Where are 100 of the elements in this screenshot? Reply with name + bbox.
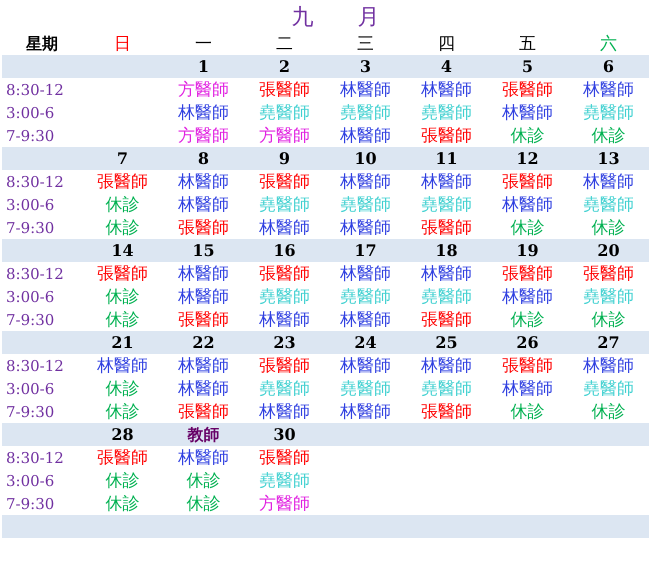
doctor-name: 林醫師 <box>258 216 311 238</box>
doctor-name: 林醫師 <box>339 308 392 330</box>
doctor-name: 休診 <box>590 124 626 146</box>
doctor-name: 張醫師 <box>177 308 230 330</box>
date-label: 16 <box>272 240 297 262</box>
time-slot-label: 7-9:30 <box>5 494 56 514</box>
doctor-name: 林醫師 <box>582 170 635 192</box>
date-label: 28 <box>110 424 135 446</box>
date-label: 15 <box>191 240 216 262</box>
doctor-name: 堯醫師 <box>258 470 311 492</box>
doctor-name: 休診 <box>186 492 222 514</box>
doctor-name: 方醫師 <box>177 78 230 100</box>
doctor-name: 林醫師 <box>501 286 554 308</box>
doctor-name: 林醫師 <box>177 354 230 376</box>
doctor-name: 堯醫師 <box>258 194 311 216</box>
doctor-name: 堯醫師 <box>420 102 473 124</box>
month-title: 九 月 <box>292 4 380 32</box>
doctor-name: 林醫師 <box>339 170 392 192</box>
doctor-name: 張醫師 <box>420 400 473 422</box>
doctor-name: 堯醫師 <box>582 194 635 216</box>
weekday-label: 日 <box>113 32 132 54</box>
doctor-name: 林醫師 <box>177 286 230 308</box>
doctor-name: 休診 <box>590 308 626 330</box>
doctor-name: 休診 <box>104 400 140 422</box>
doctor-name: 林醫師 <box>177 378 230 400</box>
doctor-name: 堯醫師 <box>582 286 635 308</box>
doctor-name: 林醫師 <box>501 378 554 400</box>
doctor-name: 林醫師 <box>501 194 554 216</box>
doctor-name: 堯醫師 <box>582 378 635 400</box>
doctor-name: 張醫師 <box>501 78 554 100</box>
date-label: 30 <box>272 424 297 446</box>
doctor-name: 張醫師 <box>420 216 473 238</box>
doctor-name: 張醫師 <box>501 170 554 192</box>
time-slot-label: 3:00-6 <box>5 470 56 492</box>
doctor-name: 休診 <box>510 124 546 146</box>
doctor-name: 林醫師 <box>501 102 554 124</box>
date-label: 22 <box>191 332 216 354</box>
doctor-name: 張醫師 <box>258 446 311 468</box>
doctor-name: 堯醫師 <box>420 194 473 216</box>
date-label: 27 <box>596 332 621 354</box>
doctor-name: 林醫師 <box>582 354 635 376</box>
doctor-name: 休診 <box>104 286 140 308</box>
doctor-name: 林醫師 <box>339 78 392 100</box>
date-label: 24 <box>353 332 378 354</box>
time-slot-label: 3:00-6 <box>5 194 56 216</box>
date-label: 4 <box>440 56 454 78</box>
doctor-name: 休診 <box>510 308 546 330</box>
date-label: 9 <box>278 148 292 170</box>
weekday-label: 一 <box>194 32 213 54</box>
doctor-name: 林醫師 <box>420 354 473 376</box>
doctor-name: 堯醫師 <box>420 286 473 308</box>
doctor-name: 張醫師 <box>258 170 311 192</box>
time-slot-label: 8:30-12 <box>5 172 65 192</box>
doctor-name: 堯醫師 <box>258 378 311 400</box>
doctor-name: 堯醫師 <box>582 102 635 124</box>
time-slot-label: 3:00-6 <box>5 378 56 400</box>
doctor-name: 張醫師 <box>501 262 554 284</box>
time-slot-label: 7-9:30 <box>5 218 56 238</box>
doctor-name: 張醫師 <box>420 308 473 330</box>
doctor-name: 張醫師 <box>420 124 473 146</box>
doctor-name: 休診 <box>510 400 546 422</box>
doctor-name: 張醫師 <box>96 170 149 192</box>
date-label: 11 <box>434 148 459 170</box>
time-slot-label: 8:30-12 <box>5 264 65 284</box>
doctor-name: 林醫師 <box>177 262 230 284</box>
doctor-name: 休診 <box>186 470 222 492</box>
date-label: 14 <box>110 240 135 262</box>
date-label: 教師 <box>186 424 220 446</box>
date-label: 13 <box>596 148 621 170</box>
doctor-name: 林醫師 <box>177 170 230 192</box>
doctor-name: 堯醫師 <box>339 286 392 308</box>
doctor-name: 休診 <box>104 194 140 216</box>
doctor-name: 方醫師 <box>258 124 311 146</box>
doctor-name: 堯醫師 <box>258 102 311 124</box>
doctor-name: 林醫師 <box>339 124 392 146</box>
doctor-name: 堯醫師 <box>339 378 392 400</box>
date-label: 10 <box>353 148 378 170</box>
date-label: 8 <box>196 148 210 170</box>
doctor-name: 張醫師 <box>96 262 149 284</box>
doctor-name: 堯醫師 <box>420 378 473 400</box>
doctor-name: 林醫師 <box>339 400 392 422</box>
date-label: 17 <box>353 240 378 262</box>
time-slot-label: 8:30-12 <box>5 80 65 100</box>
doctor-name: 休診 <box>104 470 140 492</box>
doctor-name: 休診 <box>510 216 546 238</box>
doctor-name: 林醫師 <box>258 400 311 422</box>
doctor-name: 林醫師 <box>582 78 635 100</box>
doctor-name: 堯醫師 <box>339 194 392 216</box>
doctor-name: 林醫師 <box>177 102 230 124</box>
date-label: 19 <box>515 240 540 262</box>
date-label: 2 <box>278 56 292 78</box>
date-label: 5 <box>520 56 534 78</box>
date-label: 23 <box>272 332 297 354</box>
doctor-name: 張醫師 <box>258 262 311 284</box>
doctor-name: 休診 <box>590 400 626 422</box>
doctor-name: 林醫師 <box>420 170 473 192</box>
doctor-name: 林醫師 <box>339 216 392 238</box>
doctor-name: 林醫師 <box>339 262 392 284</box>
weekday-label: 四 <box>437 32 456 54</box>
date-label: 12 <box>515 148 540 170</box>
